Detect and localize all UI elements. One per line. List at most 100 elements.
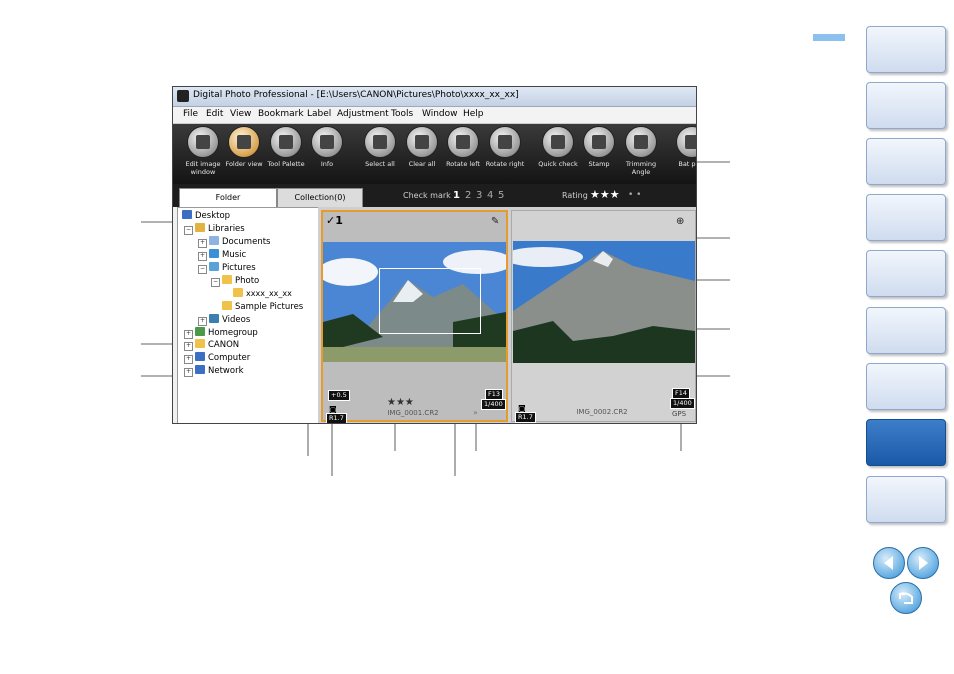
trimming-angle-button[interactable]: Trimming Angle bbox=[616, 126, 666, 176]
libraries-icon bbox=[195, 223, 205, 232]
tree-label: Music bbox=[222, 250, 247, 260]
shutter-badge: 1/400 bbox=[670, 398, 695, 409]
sidebar-button-8-selected[interactable] bbox=[866, 419, 946, 466]
check-mark-label: Check mark bbox=[403, 191, 451, 200]
tree-label: CANON bbox=[208, 340, 240, 350]
filename-label: IMG_0002.CR2 bbox=[576, 408, 628, 416]
edit-mark-icon: ✎ bbox=[491, 216, 500, 227]
callout-camera-badge bbox=[331, 415, 339, 476]
batch-process-button[interactable]: Bat proc bbox=[667, 126, 696, 168]
check-mark-1[interactable]: 1 bbox=[453, 190, 460, 201]
rotate-right-button[interactable]: Rotate right bbox=[480, 126, 530, 168]
homegroup-icon bbox=[195, 327, 205, 336]
photo-img-0002 bbox=[513, 241, 695, 363]
sidebar-button-5[interactable] bbox=[866, 250, 946, 297]
menu-window[interactable]: Window bbox=[422, 109, 458, 119]
info-button[interactable]: Info bbox=[302, 126, 352, 168]
rating-stars-thumb[interactable]: ★★★ bbox=[387, 397, 414, 408]
tree-label: Documents bbox=[222, 237, 271, 247]
batch-process-label: Bat proc bbox=[678, 160, 696, 168]
tree-item-xxxx-xx-xx[interactable]: xxxx_xx_xx bbox=[233, 288, 292, 300]
edit-image-icon bbox=[196, 135, 210, 149]
tree-item-pictures[interactable]: − Pictures bbox=[198, 262, 256, 274]
thumbnail-img-0001[interactable]: ✓1 ✎ ★★★ +0.5 F13 1/400 ◙ R1.7 IMG_0001.… bbox=[321, 210, 508, 423]
tree-item-canon[interactable]: + CANON bbox=[184, 339, 239, 351]
folder-icon bbox=[222, 275, 232, 284]
menu-edit[interactable]: Edit bbox=[206, 109, 223, 119]
trimming-angle-label: Trimming Angle bbox=[625, 160, 657, 176]
return-icon bbox=[899, 592, 913, 604]
sidebar-button-3[interactable] bbox=[866, 138, 946, 185]
gps-edit-icon: ⊕ bbox=[676, 216, 685, 227]
tree-item-libraries[interactable]: − Libraries bbox=[184, 223, 245, 235]
return-button[interactable] bbox=[890, 582, 922, 614]
sidebar-button-4[interactable] bbox=[866, 194, 946, 241]
tree-label: xxxx_xx_xx bbox=[246, 289, 292, 298]
check-mark-badge[interactable]: ✓1 bbox=[326, 214, 343, 227]
folder-icon bbox=[222, 301, 232, 310]
sidebar-button-7[interactable] bbox=[866, 363, 946, 410]
camera-badge: R1.7 bbox=[326, 413, 347, 423]
videos-icon bbox=[209, 314, 219, 323]
menu-bookmark[interactable]: Bookmark bbox=[258, 109, 304, 119]
menu-bar: File Edit View Bookmark Label Adjustment… bbox=[173, 107, 696, 124]
previous-page-button[interactable] bbox=[873, 547, 905, 579]
menu-file[interactable]: File bbox=[183, 109, 198, 119]
desktop-icon bbox=[182, 210, 192, 219]
tree-item-music[interactable]: + Music bbox=[198, 249, 246, 261]
tree-label: Network bbox=[208, 366, 244, 376]
tree-item-network[interactable]: + Network bbox=[184, 365, 244, 377]
tree-item-videos[interactable]: + Videos bbox=[198, 314, 250, 326]
folder-view-icon bbox=[237, 135, 251, 149]
menu-label[interactable]: Label bbox=[307, 109, 331, 119]
menu-help[interactable]: Help bbox=[463, 109, 484, 119]
menu-adjustment[interactable]: Adjustment bbox=[337, 109, 389, 119]
arrow-left-icon bbox=[884, 556, 893, 570]
tool-palette-icon bbox=[279, 135, 293, 149]
camera-badge: R1.7 bbox=[515, 412, 536, 423]
check-mark-2[interactable]: 2 bbox=[465, 190, 471, 201]
menu-tools[interactable]: Tools bbox=[391, 109, 413, 119]
tree-label: Homegroup bbox=[208, 328, 258, 338]
window-title: Digital Photo Professional - [E:\Users\C… bbox=[193, 90, 519, 100]
tab-folder[interactable]: Folder bbox=[179, 188, 277, 208]
next-page-button[interactable] bbox=[907, 547, 939, 579]
tree-label: Photo bbox=[235, 276, 260, 286]
clear-all-icon bbox=[415, 135, 429, 149]
music-icon bbox=[209, 249, 219, 258]
stamp-icon bbox=[592, 135, 606, 149]
folder-icon bbox=[195, 339, 205, 348]
tree-item-documents[interactable]: + Documents bbox=[198, 236, 270, 248]
tree-item-computer[interactable]: + Computer bbox=[184, 352, 250, 364]
check-mark-3[interactable]: 3 bbox=[476, 190, 482, 201]
photo-img-0001 bbox=[323, 242, 506, 362]
sidebar-button-9[interactable] bbox=[866, 476, 946, 523]
sidebar-button-6[interactable] bbox=[866, 307, 946, 354]
page-marker bbox=[813, 34, 845, 41]
filename-label: IMG_0001.CR2 bbox=[387, 409, 439, 417]
tree-label: Computer bbox=[208, 353, 251, 363]
tree-label: Videos bbox=[222, 315, 251, 325]
quick-check-icon bbox=[551, 135, 565, 149]
extra-indicator: » bbox=[473, 408, 478, 417]
tree-item-desktop[interactable]: Desktop bbox=[182, 210, 230, 222]
check-rating-bar: Check mark 1 2 3 4 5 Rating ★★★ • • bbox=[363, 188, 696, 204]
tab-collection[interactable]: Collection(0) bbox=[277, 188, 363, 208]
check-mark-5[interactable]: 5 bbox=[498, 190, 504, 201]
info-icon bbox=[320, 135, 334, 149]
pictures-icon bbox=[209, 262, 219, 271]
tree-item-sample-pictures[interactable]: Sample Pictures bbox=[222, 301, 303, 313]
tree-item-photo[interactable]: − Photo bbox=[211, 275, 259, 287]
sidebar-button-2[interactable] bbox=[866, 82, 946, 129]
dpp-window: Digital Photo Professional - [E:\Users\C… bbox=[172, 86, 697, 424]
menu-view[interactable]: View bbox=[230, 109, 251, 119]
rating-dots[interactable]: • • bbox=[628, 190, 641, 200]
thumbnail-img-0002[interactable]: ⊕ F14 1/400 ◙ R1.7 IMG_0002.CR2 GPS bbox=[511, 210, 696, 423]
exposure-badge: +0.5 bbox=[328, 390, 350, 401]
rotate-right-icon bbox=[498, 135, 512, 149]
rating-stars[interactable]: ★★★ bbox=[590, 188, 620, 201]
check-mark-4[interactable]: 4 bbox=[487, 190, 493, 201]
gps-label: GPS bbox=[672, 410, 687, 418]
sidebar-button-1[interactable] bbox=[866, 26, 946, 73]
tree-item-homegroup[interactable]: + Homegroup bbox=[184, 327, 258, 339]
